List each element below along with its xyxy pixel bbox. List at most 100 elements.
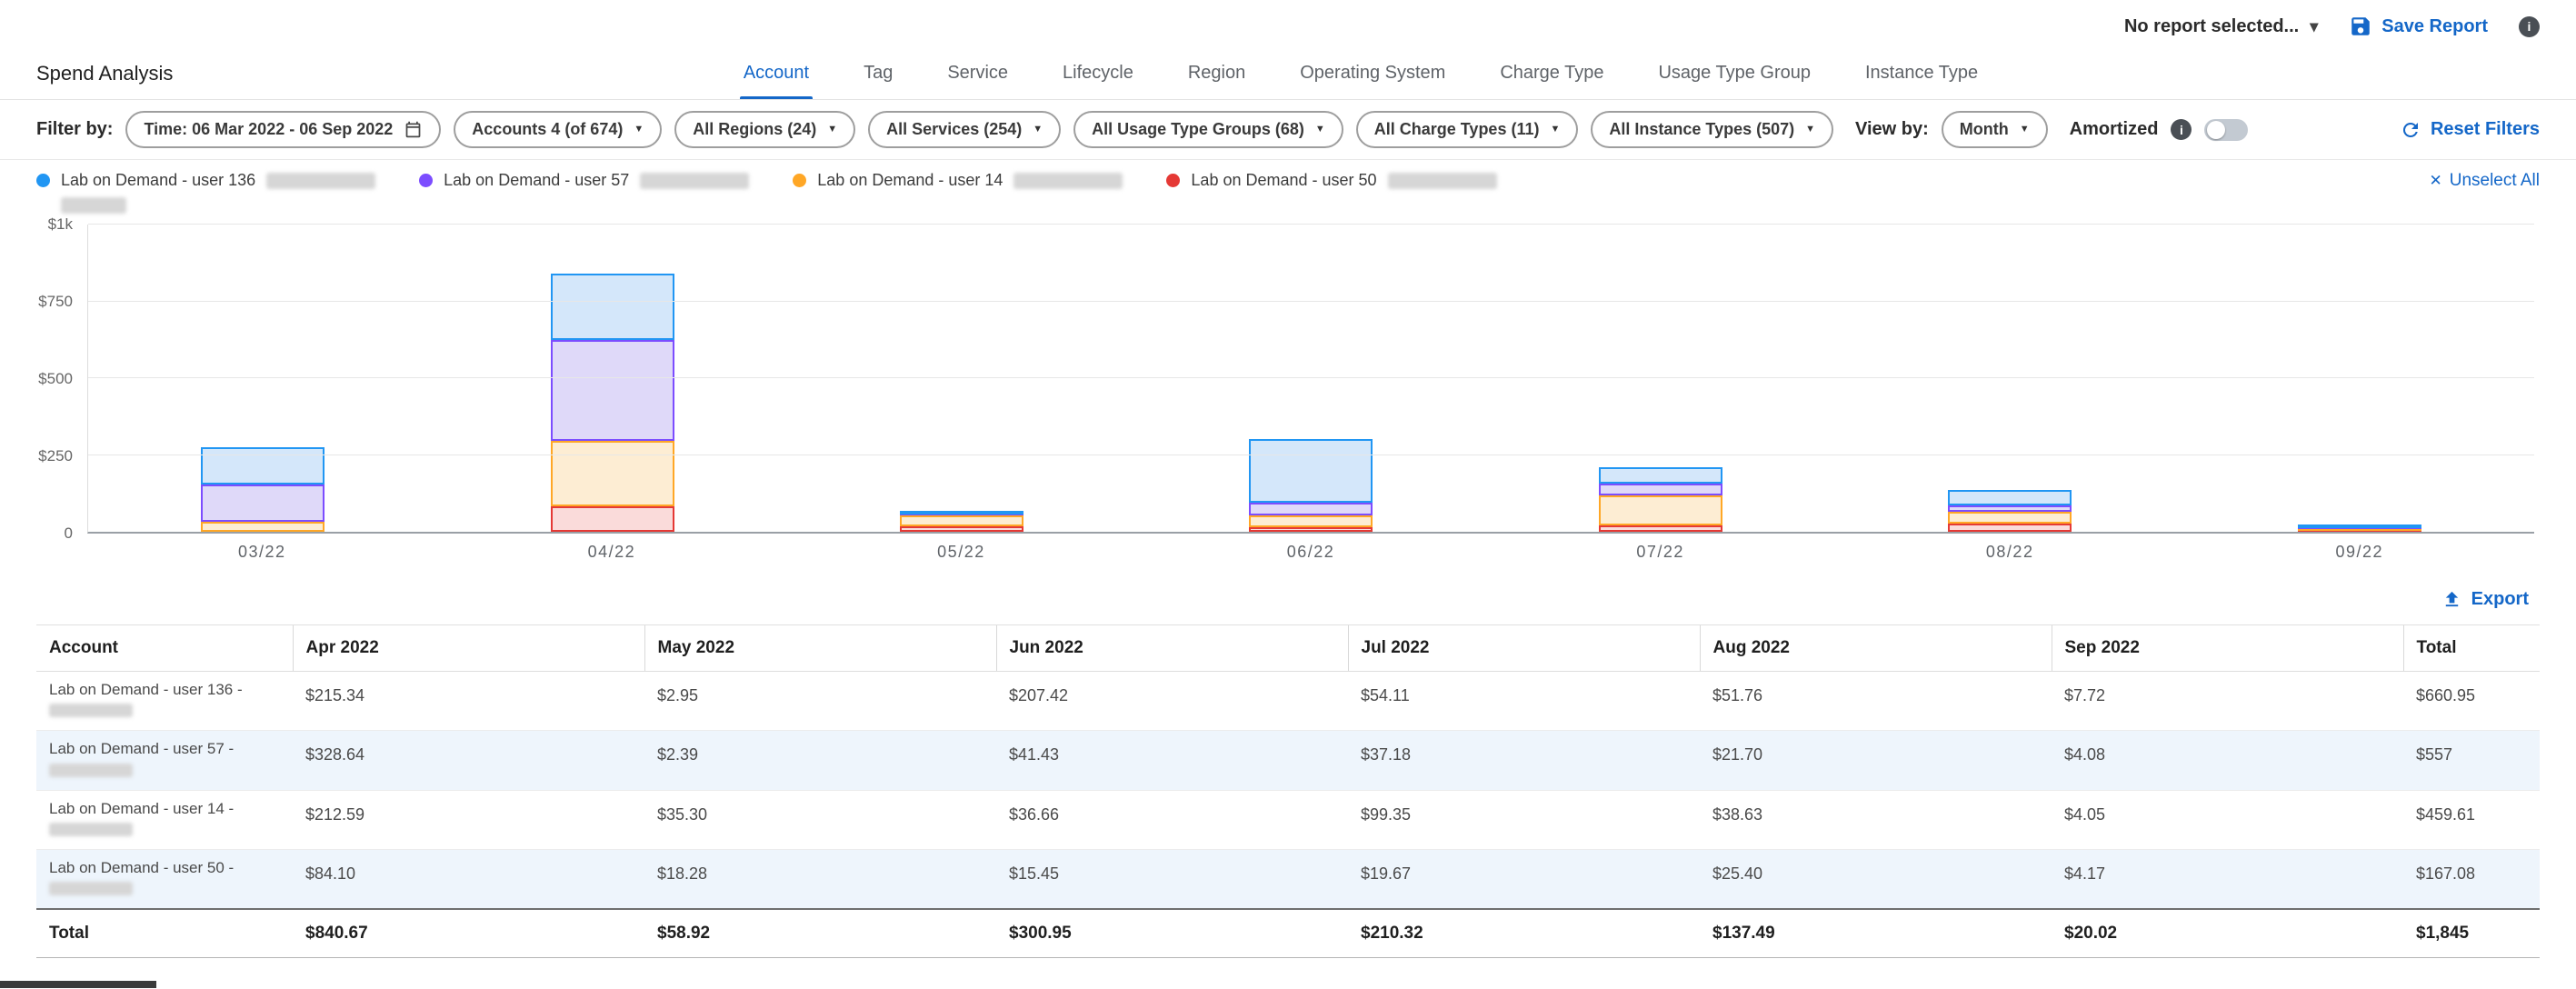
redacted-text	[1388, 173, 1497, 189]
tab-instance-type[interactable]: Instance Type	[1865, 47, 1978, 99]
legend-item[interactable]: Lab on Demand - user 57	[419, 171, 749, 214]
export-button[interactable]: Export	[2441, 589, 2529, 610]
stacked-bar-06-22[interactable]	[1249, 225, 1373, 532]
bar-segment[interactable]	[551, 506, 674, 532]
table-cell: $215.34	[293, 672, 644, 731]
legend-line: Lab on Demand - user 50	[1191, 171, 1496, 190]
bar-segment[interactable]	[1948, 512, 2072, 524]
bar-segment[interactable]	[1948, 524, 2072, 532]
column-header-6[interactable]: Sep 2022	[2052, 625, 2403, 672]
legend-dot-icon	[419, 174, 433, 187]
bar-segment[interactable]	[551, 441, 674, 506]
amortized-toggle[interactable]	[2204, 119, 2248, 141]
x-tick-label: 08/22	[1835, 543, 2185, 562]
total-cell: $210.32	[1348, 909, 1700, 958]
filter-pill-2[interactable]: All Services (254)▼	[868, 111, 1061, 148]
legend-label: Lab on Demand - user 14	[817, 171, 1003, 190]
tab-tag[interactable]: Tag	[864, 47, 893, 99]
x-tick-label: 06/22	[1136, 543, 1486, 562]
spend-table: AccountApr 2022May 2022Jun 2022Jul 2022A…	[36, 624, 2540, 958]
bar-segment[interactable]	[1249, 503, 1373, 515]
redacted-text	[266, 173, 375, 189]
bar-segment[interactable]	[1249, 515, 1373, 526]
filter-pill-4[interactable]: All Charge Types (11)▼	[1356, 111, 1579, 148]
column-header-0[interactable]: Account	[36, 625, 293, 672]
tab-lifecycle[interactable]: Lifecycle	[1063, 47, 1133, 99]
bar-segment[interactable]	[2298, 524, 2421, 528]
legend-item[interactable]: Lab on Demand - user 14	[793, 171, 1123, 214]
table-total-row: Total$840.67$58.92$300.95$210.32$137.49$…	[36, 909, 2540, 958]
bar-segment[interactable]	[551, 340, 674, 441]
tab-usage-type-group[interactable]: Usage Type Group	[1658, 47, 1811, 99]
column-header-2[interactable]: May 2022	[644, 625, 996, 672]
y-tick-label: $1k	[48, 215, 73, 234]
time-range-label: Time: 06 Mar 2022 - 06 Sep 2022	[144, 120, 393, 139]
filter-pill-3[interactable]: All Usage Type Groups (68)▼	[1073, 111, 1343, 148]
table-cell: $38.63	[1700, 790, 2052, 849]
bar-segment[interactable]	[900, 526, 1023, 532]
info-icon[interactable]: i	[2171, 119, 2192, 140]
bar-segment[interactable]	[551, 274, 674, 340]
report-selector-label: No report selected...	[2124, 16, 2299, 37]
bar-segment[interactable]	[201, 447, 324, 485]
view-by-label: View by:	[1855, 119, 1929, 140]
tab-charge-type[interactable]: Charge Type	[1500, 47, 1603, 99]
legend-dot-icon	[793, 174, 806, 187]
column-header-7[interactable]: Total	[2403, 625, 2540, 672]
y-tick-label: $750	[38, 293, 73, 311]
bar-segment[interactable]	[1249, 439, 1373, 503]
table-cell: $21.70	[1700, 731, 2052, 790]
tab-account[interactable]: Account	[744, 47, 809, 99]
account-cell: Lab on Demand - user 136 -	[36, 672, 293, 731]
stacked-bar-09-22[interactable]	[2298, 225, 2421, 532]
stacked-bar-04-22[interactable]	[551, 225, 674, 532]
bar-segment[interactable]	[1599, 525, 1722, 532]
info-icon[interactable]: i	[2519, 16, 2540, 37]
bar-segment[interactable]	[1599, 467, 1722, 484]
bar-segment[interactable]	[1948, 490, 2072, 505]
column-header-5[interactable]: Aug 2022	[1700, 625, 2052, 672]
reset-filters-button[interactable]: Reset Filters	[2400, 119, 2540, 141]
table-cell: $84.10	[293, 849, 644, 909]
tab-operating-system[interactable]: Operating System	[1300, 47, 1445, 99]
toggle-knob	[2207, 121, 2225, 139]
scrollbar-thumb[interactable]	[0, 981, 156, 988]
bar-segment[interactable]	[1948, 505, 2072, 512]
filter-pill-0[interactable]: Accounts 4 (of 674)▼	[454, 111, 662, 148]
stacked-bar-05-22[interactable]	[900, 225, 1023, 532]
legend-item[interactable]: Lab on Demand - user 136	[36, 171, 375, 214]
report-selector-dropdown[interactable]: No report selected... ▾	[2124, 16, 2318, 37]
redacted-text	[640, 173, 749, 189]
stacked-bar-07-22[interactable]	[1599, 225, 1722, 532]
tab-region[interactable]: Region	[1188, 47, 1245, 99]
filter-pill-label: Accounts 4 (of 674)	[472, 120, 623, 139]
legend-dot-icon	[36, 174, 50, 187]
bar-segment[interactable]	[900, 515, 1023, 526]
column-header-1[interactable]: Apr 2022	[293, 625, 644, 672]
stacked-bar-08-22[interactable]	[1948, 225, 2072, 532]
filter-pill-label: All Charge Types (11)	[1374, 120, 1540, 139]
bar-segment[interactable]	[201, 522, 324, 532]
tab-service[interactable]: Service	[947, 47, 1008, 99]
legend-item[interactable]: Lab on Demand - user 50	[1166, 171, 1496, 214]
account-name: Lab on Demand - user 57 -	[49, 739, 280, 758]
bar-segment[interactable]	[1599, 484, 1722, 495]
table-cell: $4.05	[2052, 790, 2403, 849]
stacked-bar-03-22[interactable]	[201, 225, 324, 532]
bar-segment[interactable]	[1599, 495, 1722, 526]
x-tick-label: 09/22	[2184, 543, 2534, 562]
x-tick-label: 04/22	[437, 543, 787, 562]
view-by-pill[interactable]: Month ▼	[1942, 111, 2048, 148]
filter-pill-5[interactable]: All Instance Types (507)▼	[1591, 111, 1833, 148]
bar-segment[interactable]	[900, 511, 1023, 514]
bar-segment[interactable]	[1249, 527, 1373, 532]
save-report-button[interactable]: Save Report	[2349, 15, 2488, 38]
column-header-4[interactable]: Jul 2022	[1348, 625, 1700, 672]
unselect-all-button[interactable]: ✕ Unselect All	[2429, 171, 2540, 191]
horizontal-scrollbar[interactable]	[0, 981, 2576, 989]
filter-pill-1[interactable]: All Regions (24)▼	[674, 111, 855, 148]
time-range-pill[interactable]: Time: 06 Mar 2022 - 06 Sep 2022	[125, 111, 441, 148]
bar-segment[interactable]	[201, 485, 324, 522]
column-header-3[interactable]: Jun 2022	[996, 625, 1348, 672]
table-cell: $7.72	[2052, 672, 2403, 731]
